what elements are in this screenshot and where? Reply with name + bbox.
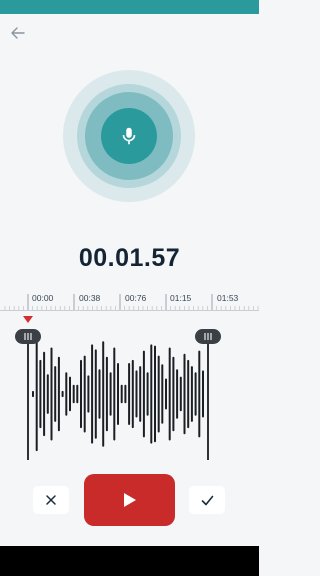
- waveform-bar: [94, 349, 97, 439]
- microphone-icon: [122, 127, 136, 145]
- waveform-bar: [61, 390, 64, 398]
- waveform-bar: [183, 353, 186, 435]
- timeline-label: 00:76: [125, 293, 147, 303]
- waveform-bar: [39, 359, 42, 429]
- waveform-bar: [80, 359, 82, 429]
- trim-line-left: [27, 334, 29, 460]
- mic-button[interactable]: [101, 108, 157, 164]
- playback-controls: [0, 474, 259, 528]
- waveform-bar: [43, 351, 46, 437]
- waveform-bar: [190, 366, 193, 422]
- waveform-bar: [135, 370, 138, 418]
- trim-handle-left[interactable]: [15, 329, 41, 344]
- waveform-bar: [105, 356, 108, 432]
- waveform-bar: [172, 356, 175, 432]
- waveform-bar: [124, 384, 127, 404]
- waveform-bar: [76, 384, 79, 404]
- waveform-bar: [54, 366, 57, 422]
- timeline-label: 01:15: [170, 293, 192, 303]
- waveform-editor[interactable]: [0, 316, 259, 464]
- playhead-marker[interactable]: [23, 316, 33, 323]
- waveform-bar: [72, 384, 75, 404]
- waveform-bar: [154, 345, 156, 443]
- waveform-bar: [187, 359, 190, 429]
- trim-line-right: [207, 334, 209, 460]
- waveform-bar: [142, 350, 145, 438]
- waveform-bar: [50, 347, 53, 441]
- waveform-bar: [176, 369, 179, 419]
- waveform-bar: [113, 347, 116, 441]
- waveform-bar: [161, 364, 164, 424]
- recording-indicator: [63, 70, 195, 202]
- waveform-bar: [128, 363, 131, 425]
- waveform-bar: [57, 356, 60, 432]
- grip-icon: [24, 333, 32, 340]
- timeline-baseline: [0, 310, 259, 311]
- play-icon: [123, 493, 136, 507]
- trim-handle-right[interactable]: [195, 329, 221, 344]
- waveform-bar: [179, 376, 182, 412]
- waveform-bar: [46, 374, 49, 414]
- check-icon: [201, 495, 213, 505]
- waveform-bar: [35, 337, 38, 452]
- waveform-bar: [102, 341, 105, 447]
- recording-timer: 00.01.57: [78, 244, 181, 272]
- grip-icon: [204, 333, 212, 340]
- waveform-bar: [69, 376, 71, 412]
- timeline-label: 01:53: [217, 293, 239, 303]
- waveform-bar: [165, 378, 167, 410]
- back-button[interactable]: [8, 24, 28, 42]
- status-bar: [0, 0, 259, 14]
- timeline-label: 00:00: [32, 293, 54, 303]
- waveform-bar: [168, 347, 171, 441]
- waveform-bar: [131, 359, 134, 429]
- timeline-ruler: 00:00 00:38 00:76 01:15 01:53: [0, 288, 259, 312]
- waveform-bar: [87, 375, 90, 413]
- arrow-left-icon: [11, 27, 25, 39]
- waveform-bar: [146, 372, 149, 416]
- waveform-bar: [157, 355, 160, 433]
- waveform-bar: [98, 369, 101, 419]
- waveform-bar: [32, 390, 34, 398]
- waveform-bar: [194, 372, 197, 416]
- waveform-bar: [139, 366, 142, 422]
- confirm-button[interactable]: [189, 486, 225, 514]
- system-navigation-bar: [0, 546, 259, 576]
- waveform-bar: [109, 372, 112, 416]
- waveform-bar: [91, 344, 94, 444]
- close-icon: [46, 495, 56, 505]
- play-button[interactable]: [84, 474, 175, 526]
- waveform-bar: [120, 384, 123, 404]
- waveform-bar: [65, 372, 68, 416]
- waveform-bar: [117, 363, 119, 425]
- waveform-bar: [150, 344, 153, 444]
- waveform-bar: [198, 350, 201, 438]
- timeline-label: 00:38: [79, 293, 101, 303]
- waveform-bar: [83, 355, 86, 433]
- cancel-button[interactable]: [33, 486, 69, 514]
- waveform-bar: [202, 370, 204, 418]
